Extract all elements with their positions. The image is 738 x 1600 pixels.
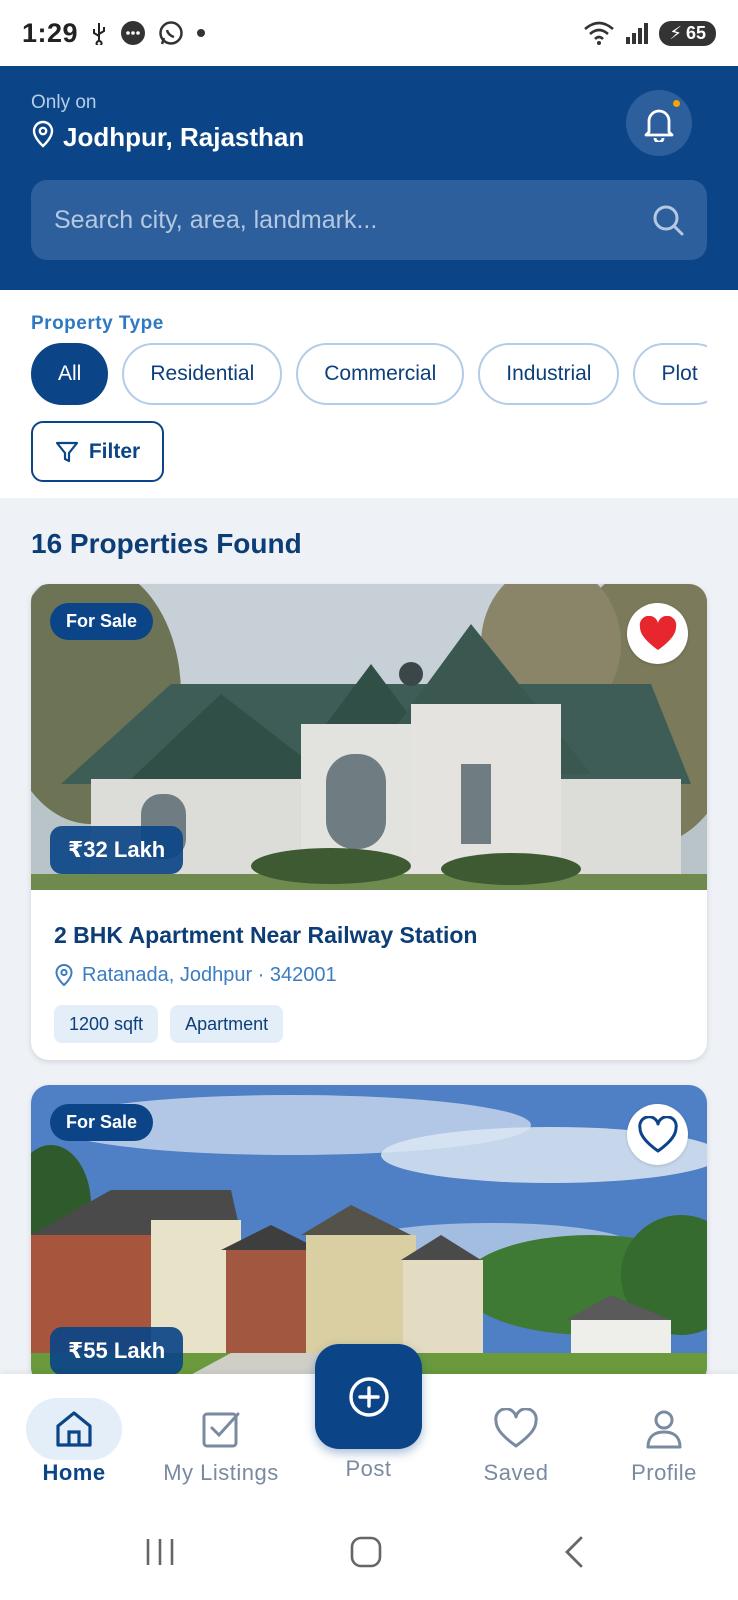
property-type-label: Property Type: [31, 313, 164, 334]
nav-profile[interactable]: Profile: [590, 1374, 738, 1504]
checkbox-icon: [202, 1412, 240, 1448]
battery-level: 65: [685, 22, 706, 43]
location-text: Jodhpur, Rajasthan: [63, 122, 305, 152]
notifications-button[interactable]: [626, 90, 692, 156]
back-chevron-icon: [565, 1536, 583, 1568]
favorite-button[interactable]: [627, 603, 688, 664]
whatsapp-icon: [158, 20, 184, 46]
only-on-label: Only on: [31, 92, 97, 113]
nav-home-label: Home: [42, 1460, 106, 1485]
recent-apps-icon: [146, 1539, 174, 1565]
nav-home-icon-wrap: [26, 1398, 122, 1460]
nav-post-label[interactable]: Post: [315, 1456, 422, 1482]
filter-button[interactable]: Filter: [31, 421, 164, 482]
bell-icon: [644, 109, 674, 142]
chat-icon: [120, 20, 146, 46]
tag-area: 1200 sqft: [54, 1005, 159, 1043]
user-icon: [646, 1410, 682, 1449]
status-bar: 1:29 ⚡ 65: [0, 0, 738, 66]
signal-icon: [625, 21, 649, 45]
property-location-text: Ratanada, Jodhpur · 342001: [82, 963, 337, 986]
property-card[interactable]: For Sale ₹55 Lakh: [31, 1085, 707, 1385]
property-card[interactable]: For Sale ₹32 Lakh 2 BHK Apartment Near R…: [31, 584, 707, 1060]
plus-circle-icon: [348, 1376, 389, 1417]
post-property-button[interactable]: [315, 1344, 422, 1449]
for-sale-badge: For Sale: [50, 1104, 154, 1141]
card-body: 2 BHK Apartment Near Railway Station Rat…: [31, 890, 707, 1060]
property-tags: 1200 sqft Apartment: [54, 1005, 684, 1043]
notification-dot-icon: [196, 28, 206, 38]
nav-saved[interactable]: Saved: [442, 1374, 590, 1504]
chip-all[interactable]: All: [31, 343, 109, 405]
property-location: Ratanada, Jodhpur · 342001: [54, 963, 684, 987]
battery-indicator: ⚡ 65: [659, 20, 716, 46]
back-button[interactable]: [554, 1534, 594, 1570]
search-input[interactable]: Search city, area, landmark...: [31, 180, 707, 260]
for-sale-badge: For Sale: [50, 603, 154, 640]
nav-home[interactable]: Home: [0, 1374, 148, 1504]
filter-icon: [55, 441, 78, 462]
notification-badge: [671, 98, 682, 109]
home-system-button[interactable]: [346, 1534, 386, 1570]
nav-saved-icon-wrap: [468, 1398, 564, 1460]
price-badge: ₹32 Lakh: [50, 826, 184, 874]
location-pin-icon: [31, 120, 55, 155]
nav-profile-label: Profile: [631, 1460, 697, 1485]
property-image[interactable]: For Sale ₹55 Lakh: [31, 1085, 707, 1385]
heart-outline-icon: [637, 1115, 678, 1152]
charging-icon: ⚡: [669, 22, 682, 43]
search-icon[interactable]: [651, 203, 685, 237]
nav-listings-icon-wrap: [173, 1398, 269, 1460]
home-icon: [56, 1411, 92, 1447]
favorite-button[interactable]: [627, 1104, 688, 1165]
property-type-chips: All Residential Commercial Industrial Pl…: [31, 343, 707, 405]
filter-button-label: Filter: [88, 439, 141, 463]
tag-type: Apartment: [170, 1005, 284, 1043]
nav-my-listings-label: My Listings: [163, 1460, 279, 1485]
status-right: ⚡ 65: [583, 20, 716, 46]
nav-my-listings[interactable]: My Listings: [147, 1374, 295, 1504]
search-placeholder: Search city, area, landmark...: [54, 205, 378, 234]
chip-industrial[interactable]: Industrial: [478, 343, 620, 405]
location-selector[interactable]: Jodhpur, Rajasthan: [31, 120, 304, 155]
app-header: Only on Jodhpur, Rajasthan Search city, …: [0, 66, 738, 290]
wifi-icon: [583, 20, 615, 46]
property-image[interactable]: For Sale ₹32 Lakh: [31, 584, 707, 890]
chip-residential[interactable]: Residential: [122, 343, 283, 405]
nav-profile-icon-wrap: [616, 1398, 712, 1460]
heart-icon: [494, 1408, 538, 1448]
status-time: 1:29: [22, 17, 79, 48]
location-pin-icon: [55, 963, 73, 987]
system-navigation-bar: [0, 1504, 738, 1600]
results-count: 16 Properties Found: [31, 528, 302, 559]
status-left: 1:29: [22, 18, 206, 49]
usb-icon: [90, 21, 108, 45]
filter-section: Property Type All Residential Commercial…: [0, 290, 738, 498]
recent-apps-button[interactable]: [140, 1534, 180, 1570]
chip-commercial[interactable]: Commercial: [296, 343, 465, 405]
chip-plot[interactable]: Plot: [633, 343, 707, 405]
price-badge: ₹55 Lakh: [50, 1327, 184, 1375]
heart-filled-icon: [639, 615, 676, 650]
nav-saved-label: Saved: [483, 1460, 549, 1485]
property-title: 2 BHK Apartment Near Railway Station: [54, 922, 478, 948]
home-circle-icon: [350, 1536, 382, 1568]
